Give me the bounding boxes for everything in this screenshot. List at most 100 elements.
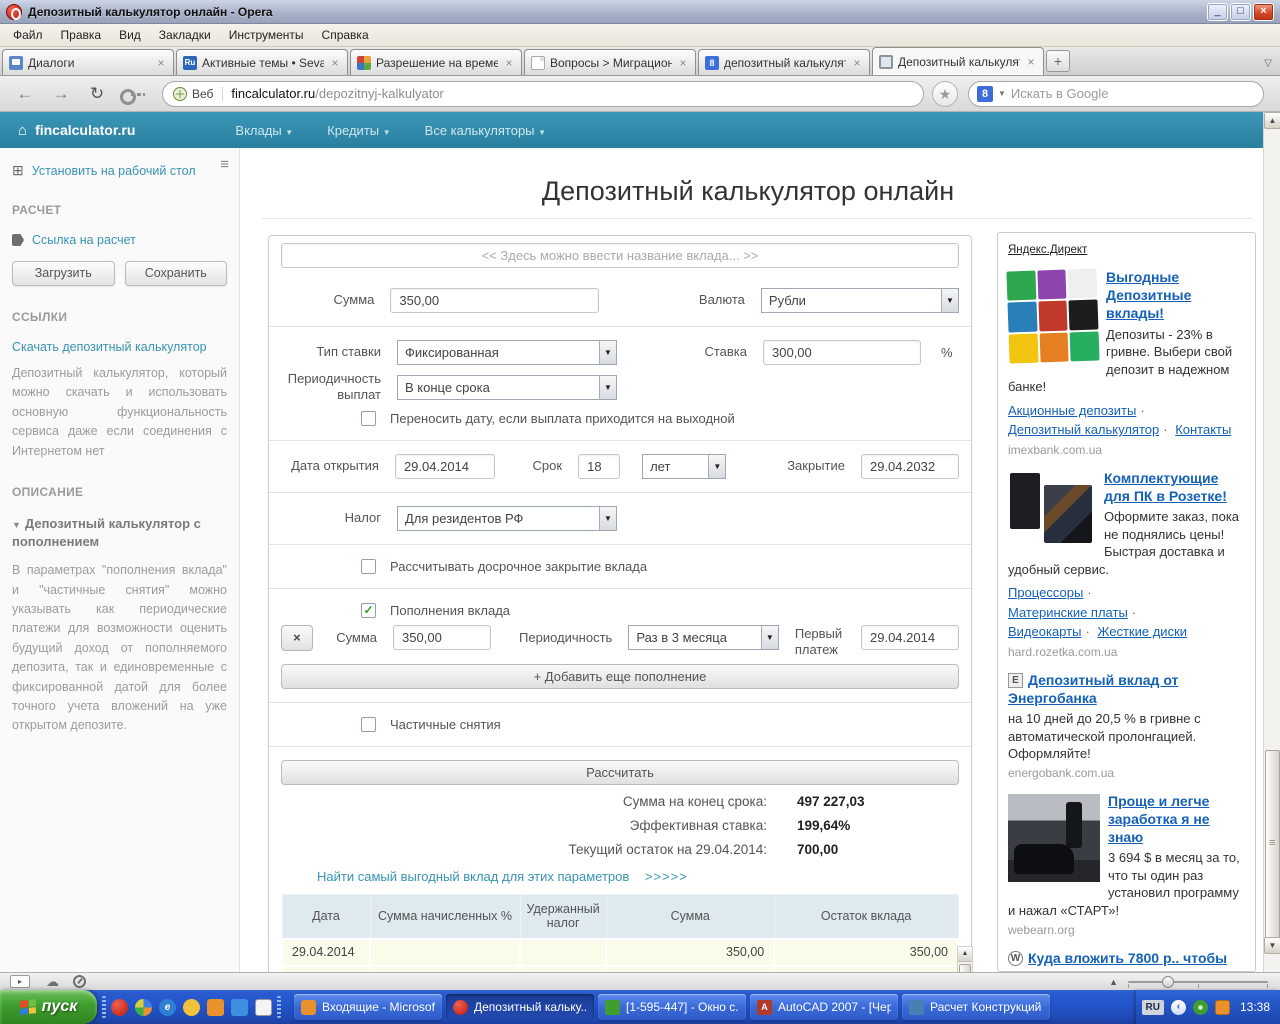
save-button[interactable]: Сохранить	[124, 261, 227, 286]
ad-link[interactable]: Жесткие диски	[1097, 624, 1187, 639]
ad-imexbank[interactable]: Выгодные Депозитные вклады! Депозиты - 2…	[1006, 268, 1245, 457]
refill-period-select[interactable]: Раз в 3 месяца ▼	[628, 624, 779, 650]
forward-button[interactable]: →	[50, 84, 72, 104]
reload-button[interactable]: ↻	[86, 84, 108, 104]
install-desktop-row[interactable]: ⊞ Установить на рабочий стол	[12, 162, 227, 179]
close-button[interactable]: ×	[1253, 2, 1274, 21]
ad-webearn[interactable]: Проще и легче заработка я не знаю 3 694 …	[1008, 792, 1245, 937]
rate-type-select[interactable]: Фиксированная ▼	[397, 340, 617, 365]
page-scroll-thumb[interactable]	[1265, 750, 1280, 946]
ad-link[interactable]: Акционные депозиты	[1008, 403, 1136, 418]
zoom-slider[interactable]	[1128, 975, 1268, 989]
menu-help[interactable]: Справка	[313, 25, 378, 45]
bookmark-star-button[interactable]: ★	[932, 80, 958, 107]
key-icon[interactable]	[120, 88, 146, 105]
task-autocad[interactable]: A AutoCAD 2007 - [Чер...	[750, 994, 898, 1020]
tab-close-icon[interactable]: ×	[851, 56, 863, 70]
outlook-icon[interactable]	[207, 998, 224, 1016]
payout-period-select[interactable]: В конце срока ▼	[397, 374, 617, 400]
new-tab-button[interactable]: +	[1046, 50, 1070, 72]
media-player-icon[interactable]	[135, 998, 152, 1016]
task-deposit-calculator[interactable]: Депозитный кальку...	[446, 994, 594, 1020]
nav-all-calculators[interactable]: Все калькуляторы ▼	[425, 123, 546, 138]
scroll-down-icon[interactable]: ▼	[1264, 937, 1280, 954]
best-deposit-link[interactable]: Найти самый выгодный вклад для этих пара…	[317, 869, 629, 884]
ad-link[interactable]: Депозитный калькулятор	[1008, 422, 1159, 437]
task-structure-calc[interactable]: Расчет Конструкций	[902, 994, 1050, 1020]
open-date-input[interactable]	[394, 453, 495, 479]
site-brand[interactable]: fincalculator.ru	[35, 122, 135, 138]
calc-link[interactable]: Ссылка на расчет	[32, 233, 136, 247]
menu-file[interactable]: Файл	[4, 25, 52, 45]
add-refill-button[interactable]: + Добавить еще пополнение	[281, 664, 959, 689]
language-indicator[interactable]: RU	[1141, 999, 1164, 1015]
back-button[interactable]: ←	[14, 84, 36, 104]
tab-dialogs[interactable]: Диалоги ×	[2, 49, 174, 75]
early-close-checkbox[interactable]	[361, 558, 376, 574]
tab-list-caret-icon[interactable]: ▽	[1264, 58, 1272, 69]
dropdown-arrow-icon[interactable]: ▼	[599, 341, 616, 364]
fit-width-icon[interactable]: ▲	[1109, 977, 1118, 987]
best-deposit-arrows[interactable]: >>>>>	[645, 869, 688, 884]
taskbar-grip[interactable]	[277, 996, 281, 1018]
ad-link[interactable]: Видеокарты	[1008, 624, 1081, 639]
ad-link[interactable]: Процессоры	[1008, 585, 1083, 600]
dropdown-arrow-icon[interactable]: ▼	[599, 375, 616, 399]
tab-close-icon[interactable]: ×	[677, 56, 689, 70]
currency-select[interactable]: Рубли ▼	[760, 288, 959, 313]
tab-close-icon[interactable]: ×	[155, 56, 167, 70]
opera-quicklaunch-icon[interactable]	[111, 998, 128, 1016]
maximize-button[interactable]: □	[1230, 2, 1251, 21]
task-outlook-inbox[interactable]: Входящие - Microsof...	[294, 994, 442, 1020]
qip-icon[interactable]	[183, 998, 200, 1016]
minimize-button[interactable]: _	[1207, 2, 1228, 21]
clock-tray-icon[interactable]	[1214, 999, 1230, 1015]
ad-link[interactable]: Материнские платы	[1008, 605, 1128, 620]
calendar-icon[interactable]	[255, 998, 272, 1016]
tab-close-icon[interactable]: ×	[1025, 55, 1037, 69]
menu-tools[interactable]: Инструменты	[220, 25, 313, 45]
tab-google-search[interactable]: 8 депозитный калькулят... ×	[698, 49, 870, 75]
calculate-button[interactable]: Рассчитать	[281, 760, 959, 785]
menu-edit[interactable]: Правка	[52, 25, 111, 45]
table-scroll-thumb[interactable]	[959, 964, 971, 972]
panels-toggle-button[interactable]: ▸	[10, 975, 30, 988]
yandex-direct-link[interactable]: Яндекс.Директ	[1008, 244, 1087, 256]
qip-tray-icon[interactable]	[1192, 999, 1208, 1015]
dropdown-arrow-icon[interactable]: ▼	[941, 289, 958, 312]
tab-questions[interactable]: Вопросы > Миграционн... ×	[524, 49, 696, 75]
page-scrollbar[interactable]: ▲ ▼	[1263, 112, 1280, 972]
tab-close-icon[interactable]: ×	[503, 56, 515, 70]
url-field[interactable]: Веб fincalculator.ru/depozitnyj-kalkulya…	[162, 80, 924, 107]
refill-checkbox-checked[interactable]: ✓	[361, 602, 376, 618]
description-title[interactable]: ▼ Депозитный калькулятор с пополнением	[12, 515, 227, 551]
opera-turbo-icon[interactable]	[73, 975, 86, 988]
ad-energobank[interactable]: E Депозитный вклад от Энергобанка на 10 д…	[1008, 671, 1245, 780]
tab-close-icon[interactable]: ×	[329, 56, 341, 70]
nav-deposits[interactable]: Вклады ▼	[235, 123, 293, 138]
dropdown-arrow-icon[interactable]: ▼	[708, 454, 726, 478]
load-button[interactable]: Загрузить	[12, 261, 115, 286]
tab-permission[interactable]: Разрешение на времен... ×	[350, 49, 522, 75]
zoom-slider-knob[interactable]	[1162, 975, 1174, 988]
close-date-input[interactable]	[860, 453, 959, 479]
table-scrollbar[interactable]: ▲	[957, 946, 973, 972]
scroll-up-icon[interactable]: ▲	[1264, 112, 1280, 129]
download-calculator-link[interactable]: Скачать депозитный калькулятор	[12, 340, 227, 354]
deposit-name-input[interactable]	[281, 243, 959, 268]
refill-sum-input[interactable]	[393, 624, 492, 650]
tab-forum-topics[interactable]: Ru Активные темы • Sevas... ×	[176, 49, 348, 75]
search-engine-caret-icon[interactable]: ▼	[998, 89, 1006, 98]
start-button[interactable]: пуск	[0, 990, 97, 1024]
nav-credits[interactable]: Кредиты ▼	[327, 123, 390, 138]
sidebar-toggle-icon[interactable]: ≡	[220, 156, 229, 173]
weekend-shift-checkbox[interactable]	[361, 410, 376, 426]
tab-deposit-calculator-active[interactable]: Депозитный калькулят... ×	[872, 47, 1044, 75]
internet-explorer-icon[interactable]: e	[159, 998, 176, 1016]
sum-input[interactable]	[390, 288, 599, 313]
google-search-field[interactable]: 8 ▼	[968, 80, 1264, 107]
opera-link-cloud-icon[interactable]: ☁	[46, 975, 59, 988]
partial-withdraw-checkbox[interactable]	[361, 717, 376, 732]
task-window-1595447[interactable]: [1-595-447] - Окно с...	[598, 994, 746, 1020]
ad-link[interactable]: Контакты	[1175, 422, 1231, 437]
